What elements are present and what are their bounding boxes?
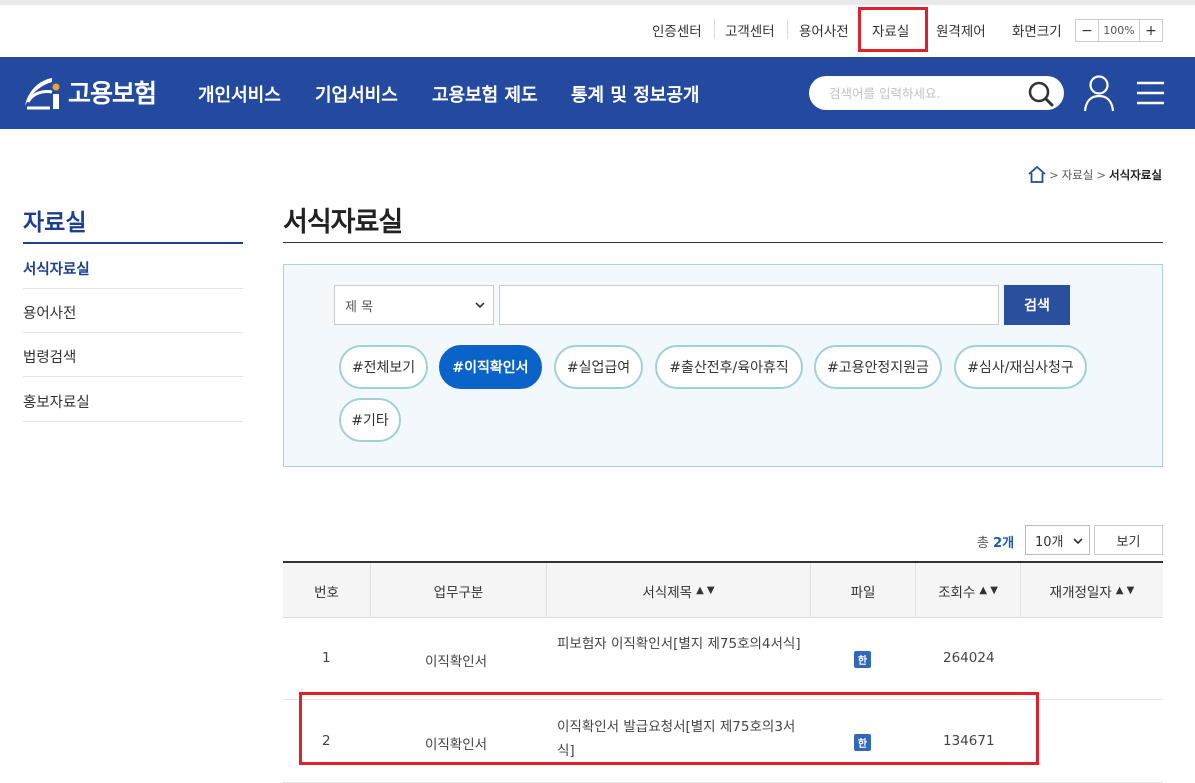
th-number: 번호 — [314, 584, 339, 601]
sort-arrows-icon[interactable]: ▲ ▼ — [696, 585, 715, 596]
util-label-screen-size: 화면크기 — [1012, 24, 1062, 40]
th-file: 파일 — [850, 584, 876, 601]
row-category: 이직확인서 — [425, 654, 488, 670]
row-category: 이직확인서 — [425, 737, 488, 753]
row-views: 134671 — [943, 733, 995, 749]
header-search-input[interactable] — [829, 82, 1019, 104]
header-search-box — [809, 76, 1064, 110]
breadcrumb-separator: > — [1096, 167, 1107, 182]
table-row: 1 이직확인서 피보험자 이직확인서[별지 제75호의4서식] 한 264024 — [283, 618, 1163, 700]
sort-arrows-icon[interactable]: ▲ ▼ — [979, 585, 998, 596]
util-link-archive[interactable]: 자료실 — [872, 20, 909, 40]
th-title-label: 서식제목 — [642, 584, 693, 601]
util-link-glossary[interactable]: 용어사전 — [799, 20, 849, 40]
total-count: 총 2개 — [977, 532, 1014, 551]
sidebar-title: 자료실 — [23, 210, 87, 236]
divider — [787, 19, 788, 39]
zoom-in-button[interactable]: + — [1140, 20, 1162, 41]
th-views-sortable[interactable]: 조회수 ▲ ▼ — [916, 563, 1020, 618]
page-title-divider — [283, 242, 1163, 243]
search-panel: 제 목 검색 #전체보기 #이직확인서 #실업급여 #출산전후/육아휴직 #고용… — [283, 264, 1163, 467]
search-icon[interactable] — [1027, 80, 1055, 108]
nav-personal-service[interactable]: 개인서비스 — [198, 81, 281, 107]
breadcrumb-archive[interactable]: 자료실 — [1062, 167, 1094, 183]
tag-appeal[interactable]: #심사/재심사청구 — [954, 345, 1087, 389]
total-number: 2개 — [993, 536, 1015, 551]
chevron-down-icon — [475, 302, 485, 309]
view-button[interactable]: 보기 — [1094, 525, 1163, 555]
row-number: 2 — [322, 733, 331, 749]
page-size-select[interactable]: 10개 — [1025, 525, 1090, 555]
site-logo[interactable]: 고용보험 — [22, 69, 157, 115]
tag-other[interactable]: #기타 — [339, 398, 401, 442]
tag-employment-subsidy[interactable]: #고용안정지원금 — [814, 345, 942, 389]
sidebar-title-underline — [23, 242, 243, 244]
breadcrumb: > 자료실 > 서식자료실 — [1028, 166, 1162, 183]
util-link-customer-center[interactable]: 고객센터 — [725, 20, 775, 40]
zoom-level: 100% — [1098, 20, 1140, 41]
zoom-out-button[interactable]: − — [1076, 20, 1098, 41]
home-icon[interactable] — [1028, 166, 1046, 183]
row-number: 1 — [322, 650, 331, 666]
th-category: 업무구분 — [433, 584, 484, 601]
main-navbar: 고용보험 개인서비스 기업서비스 고용보험 제도 통계 및 정보공개 — [0, 57, 1195, 129]
hwp-file-icon[interactable]: 한 — [854, 734, 871, 751]
sidebar-item-forms[interactable]: 서식자료실 — [23, 245, 243, 289]
breadcrumb-separator: > — [1049, 167, 1059, 182]
logo-mark-icon — [25, 78, 60, 110]
sort-arrows-icon[interactable]: ▲ ▼ — [1116, 585, 1135, 596]
th-views-label: 조회수 — [938, 584, 976, 601]
tag-unemployment-benefit[interactable]: #실업급여 — [554, 345, 643, 389]
nav-statistics[interactable]: 통계 및 정보공개 — [571, 81, 699, 107]
hamburger-menu-icon[interactable] — [1137, 81, 1164, 105]
hwp-file-icon[interactable]: 한 — [854, 651, 871, 668]
breadcrumb-current: 서식자료실 — [1109, 167, 1162, 182]
util-link-remote-control[interactable]: 원격제어 — [936, 20, 986, 40]
page-size-value: 10개 — [1035, 534, 1064, 550]
zoom-control: − 100% + — [1075, 19, 1163, 42]
sidebar-item-glossary[interactable]: 용어사전 — [23, 289, 243, 333]
search-type-select[interactable]: 제 목 — [334, 285, 494, 325]
table-row: 2 이직확인서 이직확인서 발급요청서[별지 제75호의3서식] 한 13467… — [283, 701, 1163, 783]
chevron-down-icon — [1073, 538, 1083, 545]
th-date-label: 재개정일자 — [1049, 584, 1112, 601]
tag-all[interactable]: #전체보기 — [339, 345, 428, 389]
th-title-sortable[interactable]: 서식제목 ▲ ▼ — [547, 563, 810, 618]
row-title-link[interactable]: 이직확인서 발급요청서[별지 제75호의3서식] — [557, 715, 802, 763]
search-button[interactable]: 검색 — [1004, 285, 1070, 325]
sidebar-item-promo[interactable]: 홍보자료실 — [23, 378, 243, 422]
page-title: 서식자료실 — [283, 207, 403, 238]
row-views: 264024 — [943, 650, 995, 666]
divider — [714, 19, 715, 39]
row-title-link[interactable]: 피보험자 이직확인서[별지 제75호의4서식] — [557, 632, 802, 656]
keyword-input[interactable] — [499, 285, 999, 325]
search-type-value: 제 목 — [345, 299, 374, 315]
th-revision-date-sortable[interactable]: 재개정일자 ▲ ▼ — [1021, 563, 1163, 618]
nav-corporate-service[interactable]: 기업서비스 — [315, 81, 398, 107]
logo-text: 고용보험 — [68, 79, 157, 108]
sidebar-item-law-search[interactable]: 법령검색 — [23, 333, 243, 377]
tag-maternity-leave[interactable]: #출산전후/육아휴직 — [655, 345, 803, 389]
nav-insurance-system[interactable]: 고용보험 제도 — [432, 81, 538, 107]
total-prefix: 총 — [977, 536, 989, 551]
user-icon[interactable] — [1083, 74, 1115, 112]
util-link-auth-center[interactable]: 인증센터 — [652, 20, 702, 40]
table-header: 번호 업무구분 서식제목 ▲ ▼ 파일 조회수 ▲ ▼ 재개정일자 ▲ ▼ — [283, 561, 1163, 618]
tag-separation-certificate[interactable]: #이직확인서 — [439, 345, 542, 389]
